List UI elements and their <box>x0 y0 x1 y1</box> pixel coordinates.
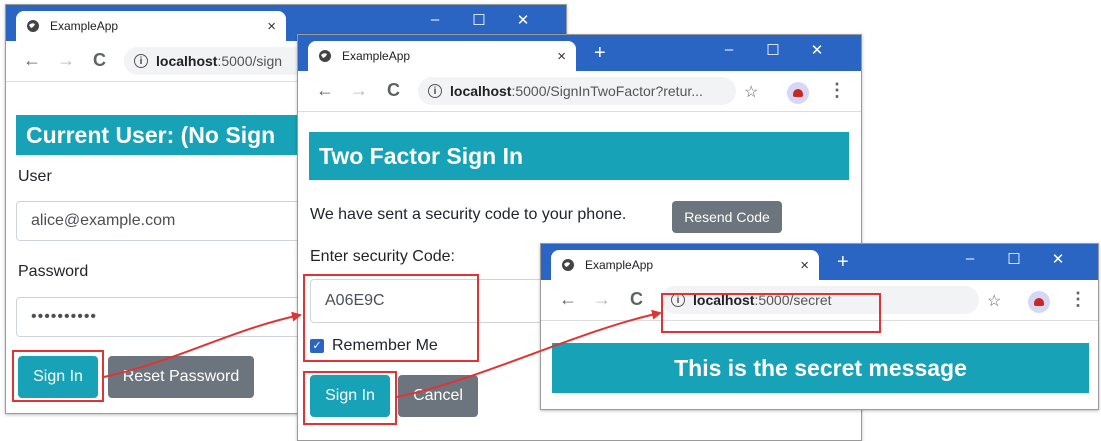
arrow-signin-to-twofactor <box>103 311 302 378</box>
arrow-twofactor-to-secret <box>396 309 662 398</box>
flow-arrows <box>103 309 662 398</box>
